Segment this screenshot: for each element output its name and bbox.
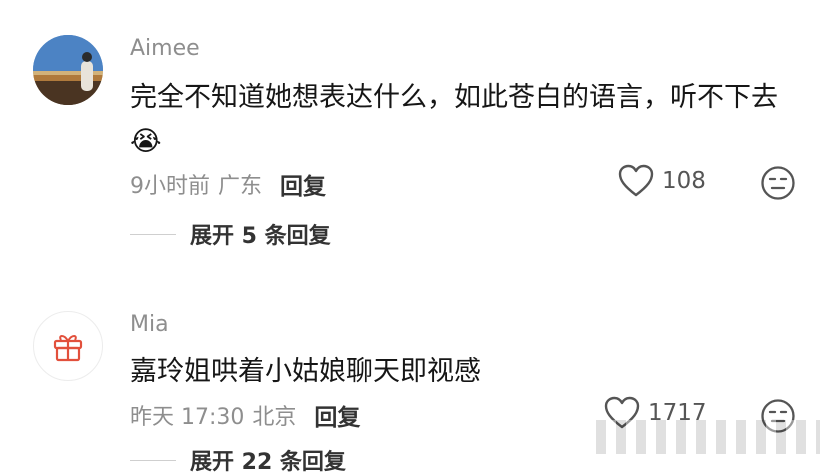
comment-text-content: 完全不知道她想表达什么，如此苍白的语言，听不下去: [130, 82, 778, 113]
comment-time: 9小时前: [130, 174, 210, 199]
gift-icon: [53, 335, 83, 362]
comment-text: 嘉玲姐哄着小姑娘聊天即视感: [130, 356, 481, 387]
like-count: 108: [662, 168, 706, 194]
expand-replies-label: 展开 22 条回复: [190, 450, 346, 475]
neutral-face-icon: [761, 166, 795, 200]
comment-location: 北京: [252, 405, 297, 430]
expand-replies-button[interactable]: 展开 5 条回复: [130, 218, 331, 250]
expand-divider: [130, 459, 176, 461]
expand-divider: [130, 233, 176, 235]
expand-replies-button[interactable]: 展开 22 条回复: [130, 444, 346, 476]
avatar-landscape-image: [33, 35, 103, 105]
reply-button[interactable]: 回复: [314, 398, 360, 432]
avatar[interactable]: [33, 35, 103, 105]
comment-location: 广东: [218, 174, 263, 199]
crying-emoji-icon: 😭: [130, 126, 162, 157]
comment-username[interactable]: Mia: [130, 312, 169, 337]
comment-meta: 昨天 17:30 北京 回复: [130, 398, 360, 432]
avatar[interactable]: [33, 311, 103, 381]
comment-time: 昨天 17:30: [130, 405, 245, 430]
expand-replies-label: 展开 5 条回复: [190, 224, 331, 249]
watermark-overlay: [596, 420, 820, 454]
heart-outline-icon: [618, 164, 654, 197]
comment-text: 完全不知道她想表达什么，如此苍白的语言，听不下去 😭: [130, 76, 800, 164]
comment-username[interactable]: Aimee: [130, 36, 200, 61]
like-button[interactable]: 108: [618, 164, 706, 198]
reply-button[interactable]: 回复: [280, 167, 326, 201]
dislike-button[interactable]: [760, 165, 796, 205]
comment-meta: 9小时前 广东 回复: [130, 167, 326, 201]
